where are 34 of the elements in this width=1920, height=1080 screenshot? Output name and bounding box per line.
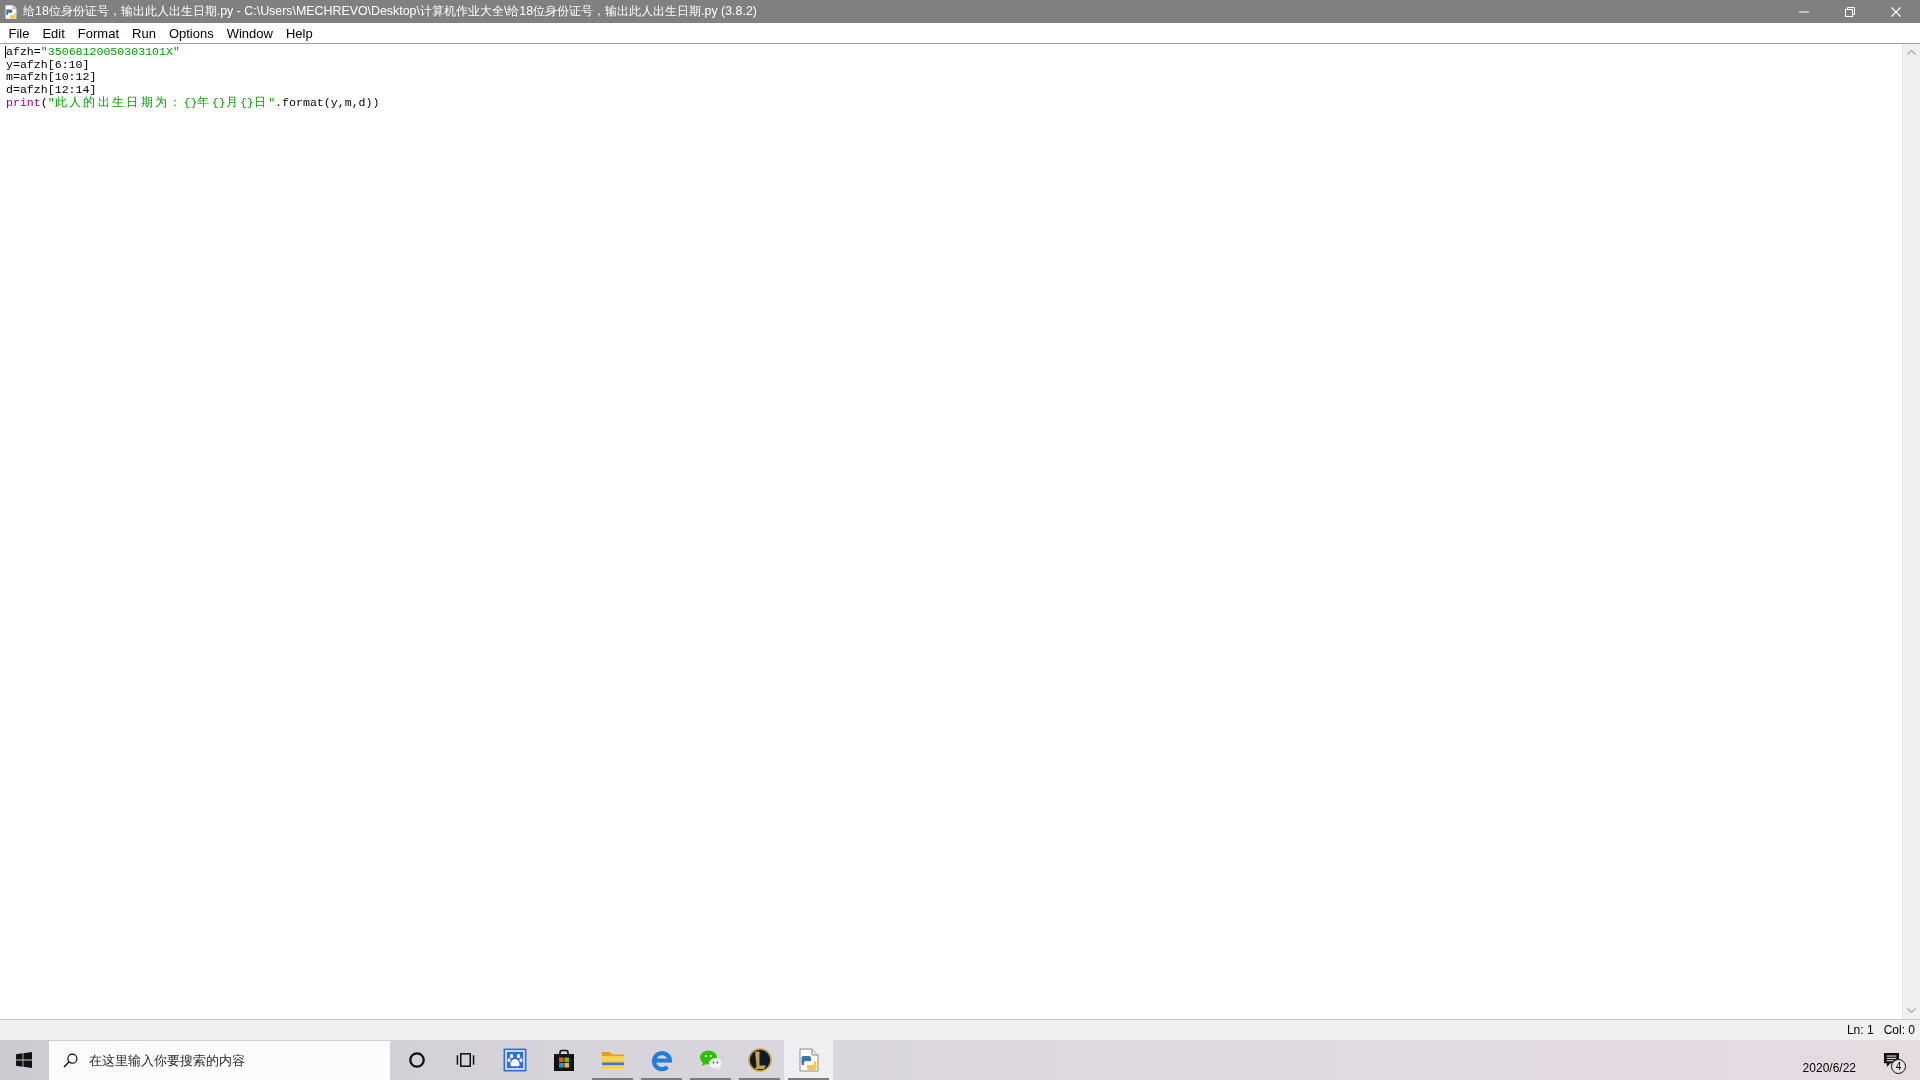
- search-field[interactable]: 在这里输入你要搜索的内容: [49, 1041, 390, 1080]
- chat-bubbles-icon: [698, 1048, 723, 1072]
- window-title: 给18位身份证号，输出此人出生日期.py - C:\Users\MECHREVO\Desktop\计算机作业大全\给18位身份证号，输出此人出生日期.py (3.8.2): [23, 3, 758, 20]
- code-line: y=afzh[6:10]: [6, 58, 90, 72]
- code-line: afzh="35068120050303101X": [6, 46, 180, 59]
- menu-item[interactable]: File: [2, 24, 36, 42]
- caret-up-icon: [1907, 50, 1916, 55]
- menu-item[interactable]: Help: [279, 24, 320, 42]
- menu-item[interactable]: Edit: [35, 24, 72, 42]
- notification-button[interactable]: 4: [1868, 1040, 1914, 1080]
- scrollbar[interactable]: [1902, 44, 1920, 1019]
- document-icon: [796, 1048, 821, 1072]
- menu-item[interactable]: Run: [125, 24, 163, 42]
- code-line: d=afzh[12:14]: [6, 84, 97, 97]
- line-indicator: Ln: 1: [1846, 1023, 1874, 1037]
- document-icon: [4, 3, 18, 20]
- caret-down-icon: [1907, 1008, 1916, 1013]
- letter-e-icon: [649, 1048, 674, 1072]
- task-view-icon: [456, 1052, 475, 1068]
- code-line: print("此人的出生日期为：{}年{}月{}日".format(y,m,d)): [6, 96, 380, 110]
- ring-icon: [408, 1052, 425, 1068]
- menu-item[interactable]: Options: [162, 24, 221, 42]
- search-icon: [63, 1053, 78, 1068]
- clock-date[interactable]: 2020/6/22: [1794, 1040, 1868, 1080]
- menu-item[interactable]: Window: [220, 24, 280, 42]
- close-icon: [1891, 6, 1901, 17]
- restore-icon: [1845, 6, 1855, 17]
- emblem-icon: [747, 1048, 772, 1072]
- code-line: m=afzh[10:12]: [6, 71, 97, 85]
- window-panes-icon: [16, 1052, 32, 1068]
- paw-icon: [502, 1048, 527, 1072]
- column-indicator: Col: 0: [1883, 1023, 1915, 1037]
- menu-item[interactable]: Format: [71, 24, 126, 42]
- shopping-bag-icon: [551, 1048, 576, 1072]
